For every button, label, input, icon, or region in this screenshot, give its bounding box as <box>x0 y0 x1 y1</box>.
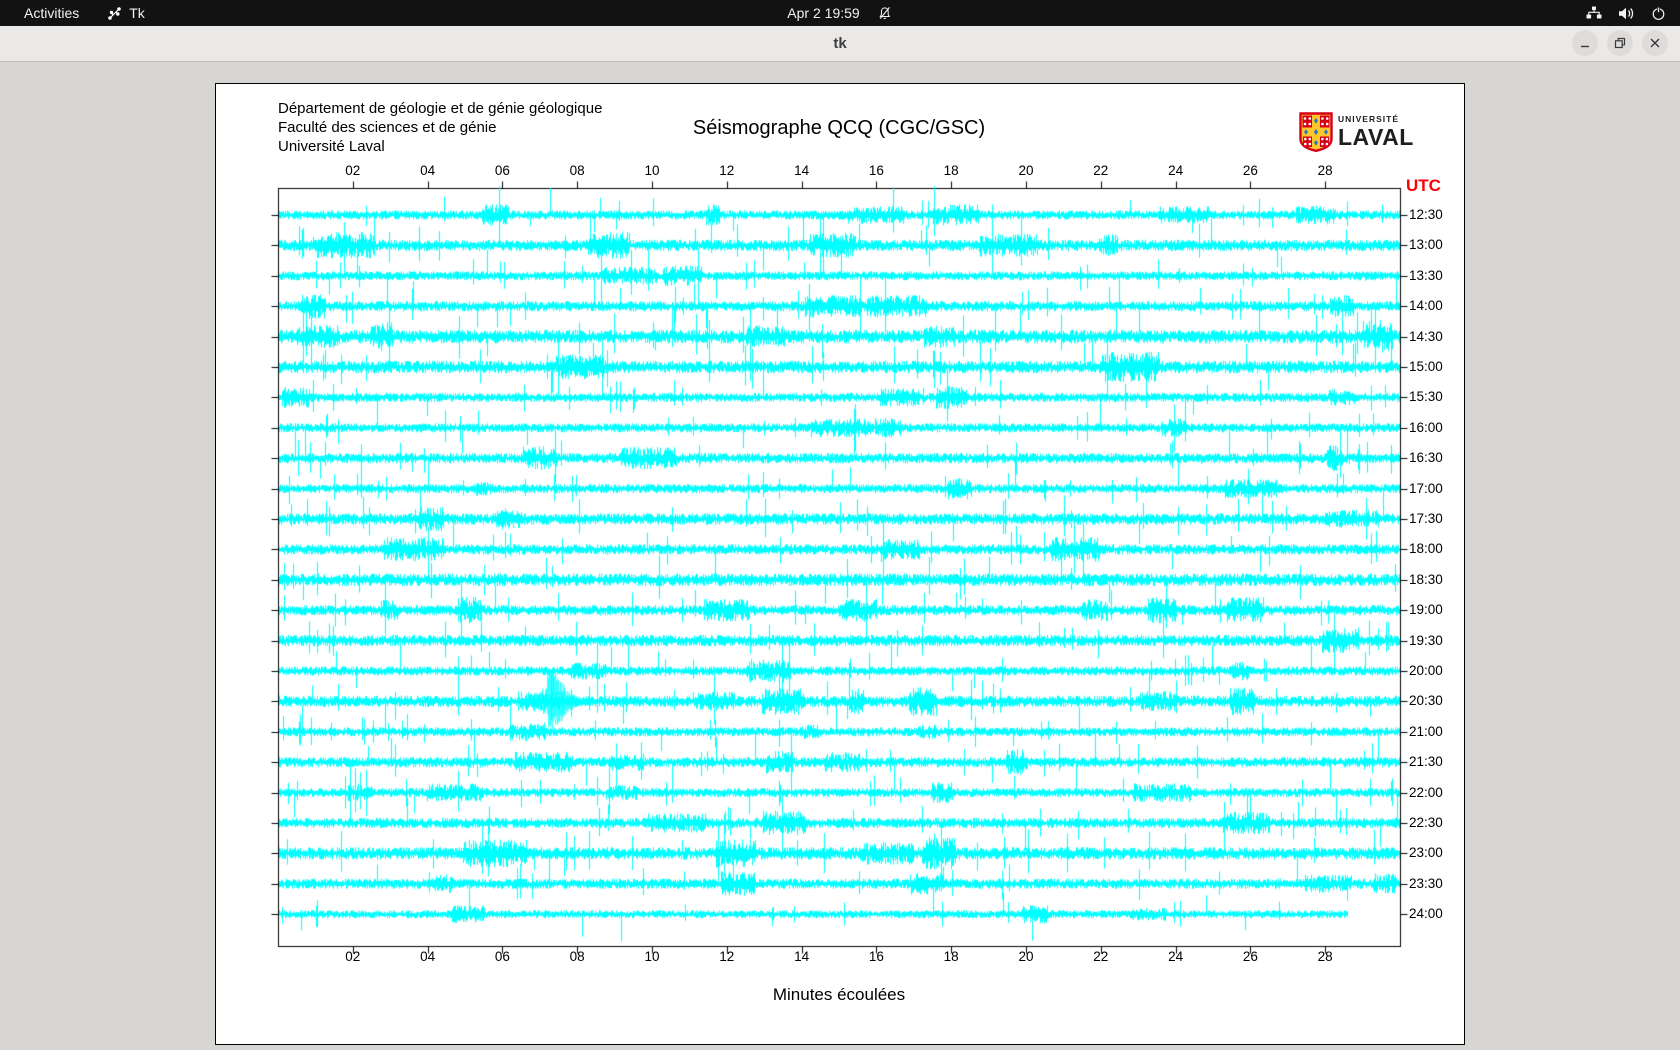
window-title: tk <box>833 35 847 52</box>
utc-time-label: 14:30 <box>1409 328 1443 344</box>
maximize-icon <box>1614 37 1626 49</box>
utc-time-label: 16:30 <box>1409 450 1443 466</box>
app-indicator-tk[interactable]: Tk <box>107 5 145 21</box>
utc-time-label: 18:30 <box>1409 571 1443 587</box>
x-tick-label-bottom: 16 <box>868 949 884 964</box>
x-tick-label-top: 22 <box>1093 163 1109 178</box>
x-tick-label-bottom: 04 <box>420 949 436 964</box>
utc-time-label: 12:30 <box>1409 207 1443 222</box>
utc-time-label: 13:30 <box>1409 267 1443 283</box>
x-tick-label-top: 16 <box>868 163 884 178</box>
app-indicator-label: Tk <box>129 5 145 21</box>
x-tick-label-bottom: 08 <box>569 949 585 964</box>
utc-time-label: 18:00 <box>1409 541 1443 557</box>
x-tick-label-top: 10 <box>644 163 660 178</box>
utc-time-label: 21:00 <box>1409 723 1443 739</box>
utc-time-label: 16:00 <box>1409 419 1443 435</box>
close-button[interactable] <box>1642 30 1668 56</box>
close-icon <box>1650 38 1660 48</box>
x-tick-label-top: 04 <box>420 163 436 178</box>
x-axis-title: Minutes écoulées <box>772 985 906 1004</box>
x-tick-label-top: 08 <box>569 163 585 178</box>
utc-axis-title: UTC <box>1406 176 1441 195</box>
x-tick-label-top: 06 <box>494 163 510 178</box>
utc-time-label: 22:00 <box>1409 784 1443 800</box>
volume-icon[interactable] <box>1618 6 1635 21</box>
x-tick-label-bottom: 26 <box>1242 949 1258 964</box>
utc-time-label: 17:00 <box>1409 480 1443 496</box>
x-tick-label-bottom: 14 <box>794 949 810 964</box>
x-tick-label-top: 14 <box>794 163 810 178</box>
utc-time-label: 15:30 <box>1409 389 1443 405</box>
x-tick-label-bottom: 10 <box>644 949 660 964</box>
x-tick-label-top: 18 <box>943 163 959 178</box>
utc-time-label: 17:30 <box>1409 511 1443 526</box>
tk-app-icon <box>108 6 122 20</box>
minimize-icon <box>1581 45 1589 48</box>
x-tick-label-top: 02 <box>345 163 361 178</box>
x-tick-label-bottom: 22 <box>1093 949 1109 964</box>
utc-time-label: 20:00 <box>1409 663 1443 678</box>
network-icon[interactable] <box>1586 6 1602 20</box>
bell-slash-icon <box>879 6 891 19</box>
seismograph-window-canvas: Département de géologie et de génie géol… <box>215 83 1465 1045</box>
utc-time-label: 20:30 <box>1409 693 1443 709</box>
minimize-button[interactable] <box>1572 30 1598 56</box>
x-tick-label-bottom: 06 <box>494 949 510 964</box>
clock[interactable]: Apr 2 19:59 <box>787 5 859 21</box>
window-title-bar[interactable]: tk <box>0 26 1680 62</box>
x-tick-label-bottom: 18 <box>943 949 959 964</box>
x-tick-label-top: 24 <box>1168 163 1184 178</box>
seismogram-trace-canvas <box>216 84 1464 1044</box>
utc-time-label: 14:00 <box>1409 298 1443 314</box>
utc-time-label: 15:00 <box>1409 359 1443 374</box>
x-tick-label-top: 20 <box>1018 163 1034 178</box>
utc-time-label: 19:00 <box>1409 602 1443 618</box>
x-tick-label-bottom: 24 <box>1168 949 1184 964</box>
gnome-top-bar: Activities Tk Apr 2 19:59 <box>0 0 1680 26</box>
utc-time-label: 23:30 <box>1409 875 1443 891</box>
utc-time-label: 19:30 <box>1409 632 1443 648</box>
utc-time-label: 23:00 <box>1409 845 1443 861</box>
x-tick-label-top: 26 <box>1242 163 1258 178</box>
activities-button[interactable]: Activities <box>18 5 85 21</box>
utc-time-label: 24:00 <box>1409 906 1443 922</box>
utc-time-label: 13:00 <box>1409 237 1443 253</box>
x-tick-label-top: 12 <box>719 163 735 178</box>
x-tick-label-bottom: 12 <box>719 949 735 964</box>
x-tick-label-bottom: 02 <box>345 949 361 964</box>
utc-time-label: 21:30 <box>1409 754 1443 770</box>
utc-time-label: 22:30 <box>1409 815 1443 830</box>
x-tick-label-bottom: 28 <box>1317 949 1333 964</box>
power-icon[interactable] <box>1651 6 1666 21</box>
x-tick-label-top: 28 <box>1317 163 1333 178</box>
maximize-button[interactable] <box>1607 30 1633 56</box>
x-tick-label-bottom: 20 <box>1018 949 1034 964</box>
